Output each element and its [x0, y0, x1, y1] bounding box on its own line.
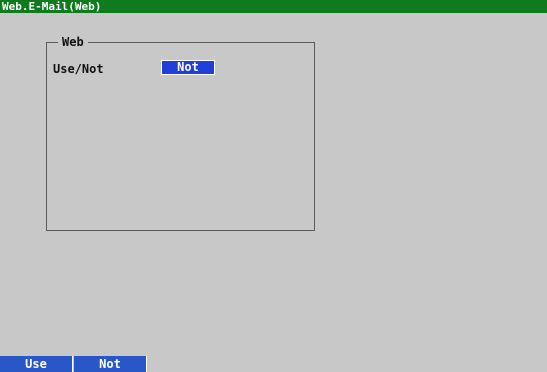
- use-not-label: Use/Not: [53, 62, 104, 76]
- softkey-bar: Use Not: [0, 356, 547, 372]
- use-softkey[interactable]: Use: [0, 356, 73, 372]
- not-softkey[interactable]: Not: [74, 356, 147, 372]
- use-not-value[interactable]: Not: [161, 60, 215, 75]
- window-title: Web.E-Mail(Web): [0, 0, 547, 13]
- web-group-title: Web: [58, 35, 88, 49]
